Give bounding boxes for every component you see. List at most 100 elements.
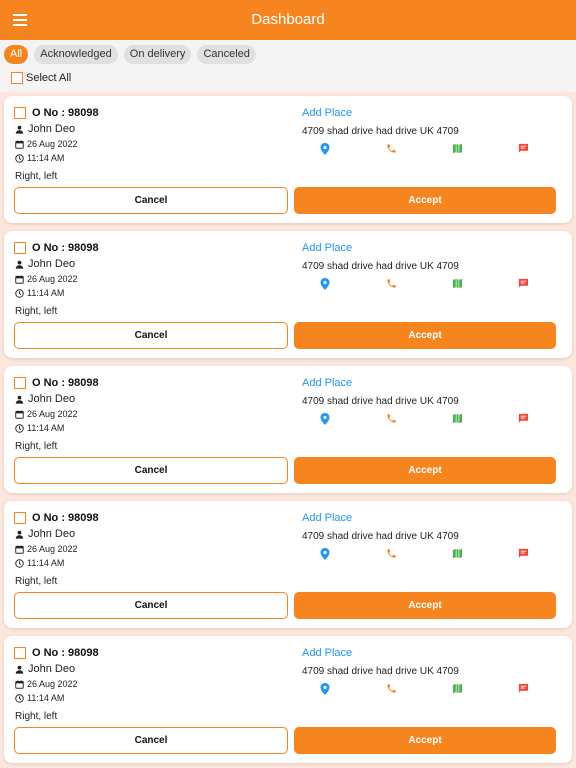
phone-icon[interactable]	[386, 278, 398, 290]
order-note: Right, left	[15, 441, 58, 452]
customer-name: John Deo	[15, 258, 75, 270]
location-pin-icon[interactable]	[320, 143, 332, 155]
select-all-label: Select All	[26, 72, 72, 84]
order-checkbox[interactable]	[14, 242, 26, 254]
order-date: 26 Aug 2022	[15, 544, 78, 554]
delivery-address: 4709 shad drive had drive UK 4709	[302, 261, 459, 272]
phone-icon[interactable]	[386, 683, 398, 695]
customer-name: John Deo	[15, 123, 75, 135]
order-date-text: 26 Aug 2022	[27, 139, 78, 149]
accept-button[interactable]: Accept	[294, 457, 556, 484]
filter-chip-acknowledged[interactable]: Acknowledged	[34, 45, 118, 64]
filter-chip-all[interactable]: All	[4, 45, 29, 64]
order-date: 26 Aug 2022	[15, 679, 78, 689]
order-note: Right, left	[15, 576, 58, 587]
filter-chip-on-delivery[interactable]: On delivery	[123, 45, 192, 64]
clock-icon	[15, 693, 24, 703]
customer-name: John Deo	[15, 528, 75, 540]
calendar-icon	[15, 409, 24, 419]
select-all-checkbox[interactable]	[11, 72, 23, 84]
message-icon[interactable]	[518, 143, 530, 155]
cancel-button[interactable]: Cancel	[14, 592, 288, 619]
message-icon[interactable]	[518, 413, 530, 425]
map-icon[interactable]	[452, 143, 464, 155]
phone-icon[interactable]	[386, 548, 398, 560]
filter-chip-canceled[interactable]: Canceled	[197, 45, 256, 64]
calendar-icon	[15, 274, 24, 284]
order-card: O No : 98098 John Deo 26 Aug 2022 11:14 …	[4, 636, 572, 763]
customer-name: John Deo	[15, 393, 75, 405]
filter-bar: All Acknowledged On delivery Canceled Se…	[0, 40, 576, 92]
order-checkbox[interactable]	[14, 377, 26, 389]
clock-icon	[15, 558, 24, 568]
order-card: O No : 98098 John Deo 26 Aug 2022 11:14 …	[4, 231, 572, 358]
location-pin-icon[interactable]	[320, 278, 332, 290]
map-icon[interactable]	[452, 278, 464, 290]
accept-button[interactable]: Accept	[294, 322, 556, 349]
order-time: 11:14 AM	[15, 423, 64, 433]
order-note: Right, left	[15, 171, 58, 182]
person-icon	[15, 395, 24, 404]
customer-name-text: John Deo	[28, 393, 76, 405]
clock-icon	[15, 288, 24, 298]
select-all[interactable]: Select All	[11, 72, 71, 84]
order-date-text: 26 Aug 2022	[27, 544, 78, 554]
add-place-link[interactable]: Add Place	[302, 647, 352, 659]
person-icon	[15, 260, 24, 269]
clock-icon	[15, 153, 24, 163]
order-time: 11:14 AM	[15, 693, 64, 703]
order-date: 26 Aug 2022	[15, 274, 78, 284]
delivery-address: 4709 shad drive had drive UK 4709	[302, 126, 459, 137]
order-note: Right, left	[15, 711, 58, 722]
cancel-button[interactable]: Cancel	[14, 457, 288, 484]
map-icon[interactable]	[452, 413, 464, 425]
order-time: 11:14 AM	[15, 288, 64, 298]
order-note: Right, left	[15, 306, 58, 317]
calendar-icon	[15, 544, 24, 554]
accept-button[interactable]: Accept	[294, 727, 556, 754]
app-bar: Dashboard	[0, 0, 576, 40]
person-icon	[15, 125, 24, 134]
order-card: O No : 98098 John Deo 26 Aug 2022 11:14 …	[4, 501, 572, 628]
cancel-button[interactable]: Cancel	[14, 187, 288, 214]
cancel-button[interactable]: Cancel	[14, 322, 288, 349]
accept-button[interactable]: Accept	[294, 592, 556, 619]
add-place-link[interactable]: Add Place	[302, 377, 352, 389]
map-icon[interactable]	[452, 683, 464, 695]
order-list: O No : 98098 John Deo 26 Aug 2022 11:14 …	[4, 96, 572, 768]
location-pin-icon[interactable]	[320, 548, 332, 560]
message-icon[interactable]	[518, 278, 530, 290]
order-checkbox[interactable]	[14, 107, 26, 119]
order-checkbox[interactable]	[14, 647, 26, 659]
map-icon[interactable]	[452, 548, 464, 560]
add-place-link[interactable]: Add Place	[302, 512, 352, 524]
add-place-link[interactable]: Add Place	[302, 107, 352, 119]
delivery-address: 4709 shad drive had drive UK 4709	[302, 396, 459, 407]
order-number: O No : 98098	[32, 377, 99, 389]
cancel-button[interactable]: Cancel	[14, 727, 288, 754]
order-time-text: 11:14 AM	[27, 423, 65, 433]
order-time-text: 11:14 AM	[27, 288, 65, 298]
order-date-text: 26 Aug 2022	[27, 409, 78, 419]
person-icon	[15, 665, 24, 674]
order-time-text: 11:14 AM	[27, 693, 65, 703]
message-icon[interactable]	[518, 683, 530, 695]
customer-name-text: John Deo	[28, 528, 76, 540]
location-pin-icon[interactable]	[320, 683, 332, 695]
order-card: O No : 98098 John Deo 26 Aug 2022 11:14 …	[4, 366, 572, 493]
order-checkbox[interactable]	[14, 512, 26, 524]
location-pin-icon[interactable]	[320, 413, 332, 425]
page-title: Dashboard	[251, 11, 325, 28]
order-date: 26 Aug 2022	[15, 139, 78, 149]
order-time: 11:14 AM	[15, 558, 64, 568]
message-icon[interactable]	[518, 548, 530, 560]
calendar-icon	[15, 139, 24, 149]
order-number: O No : 98098	[32, 242, 99, 254]
accept-button[interactable]: Accept	[294, 187, 556, 214]
order-date-text: 26 Aug 2022	[27, 679, 78, 689]
phone-icon[interactable]	[386, 143, 398, 155]
customer-name: John Deo	[15, 663, 75, 675]
order-date: 26 Aug 2022	[15, 409, 78, 419]
add-place-link[interactable]: Add Place	[302, 242, 352, 254]
phone-icon[interactable]	[386, 413, 398, 425]
